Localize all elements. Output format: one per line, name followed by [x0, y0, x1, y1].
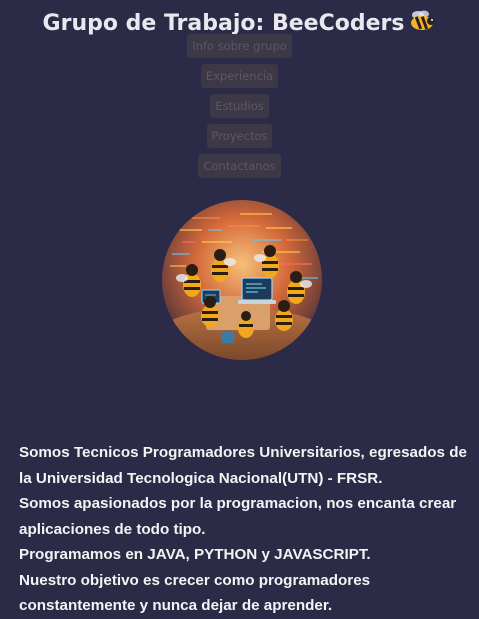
- bees-coding-image: [162, 200, 322, 360]
- nav-info-sobre-grupo[interactable]: Info sobre grupo: [187, 34, 292, 58]
- about-line: Somos Tecnicos Programadores Universitar…: [19, 444, 467, 487]
- nav-contactanos[interactable]: Contactanos: [198, 154, 281, 178]
- nav-experiencia[interactable]: Experiencia: [200, 64, 279, 88]
- about-line: Nuestro objetivo es crecer como programa…: [19, 571, 371, 615]
- main-nav: Info sobre grupo Experiencia Estudios Pr…: [0, 34, 479, 178]
- about-line: Programamos en JAVA, PYTHON y JAVASCRIPT…: [19, 546, 371, 563]
- page-title-text: Grupo de Trabajo: BeeCoders: [42, 10, 405, 36]
- bee-icon: [408, 9, 436, 31]
- nav-estudios[interactable]: Estudios: [210, 94, 269, 118]
- nav-proyectos[interactable]: Proyectos: [206, 124, 273, 148]
- about-line: Somos apasionados por la programacion, n…: [19, 495, 457, 538]
- about-text: Somos Tecnicos Programadores Universitar…: [19, 440, 469, 619]
